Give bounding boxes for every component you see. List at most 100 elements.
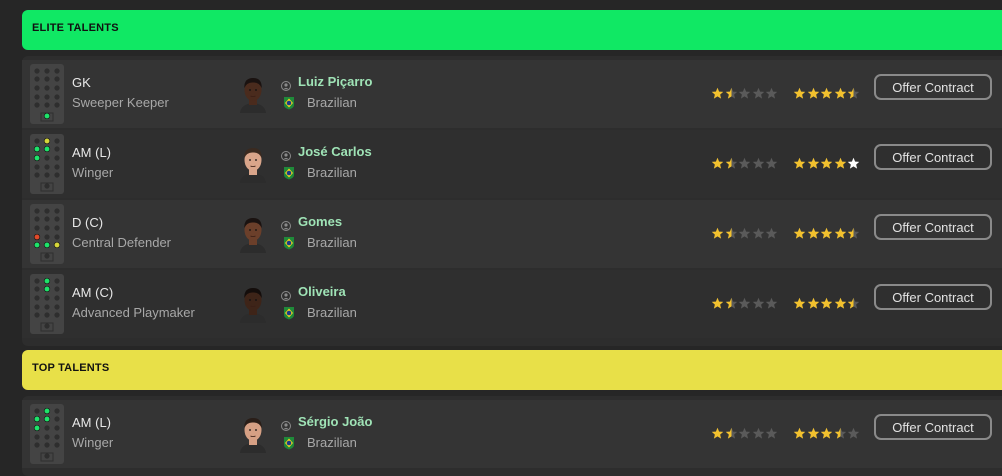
potential-ability-stars — [793, 427, 861, 441]
position-pitch-icon — [30, 134, 64, 194]
position-code: GK — [72, 75, 91, 90]
player-row[interactable]: D (C) Central Defender Gomes Brazilian Offer… — [22, 200, 1002, 268]
star-icon — [752, 87, 764, 99]
role-name: Winger — [72, 165, 114, 180]
position-code: AM (C) — [72, 285, 114, 300]
star-icon — [820, 87, 833, 99]
potential-ability-stars — [793, 227, 861, 241]
current-ability-stars — [711, 427, 779, 441]
star-icon — [752, 157, 764, 169]
player-name[interactable]: Gomes — [298, 214, 342, 229]
nationality: Brazilian — [307, 95, 357, 110]
current-ability-stars — [711, 87, 779, 101]
person-icon — [281, 418, 291, 431]
player-name[interactable]: Luiz Piçarro — [298, 74, 372, 89]
star-icon — [738, 427, 751, 439]
star-icon — [847, 87, 860, 99]
section-title: ELITE TALENTS — [32, 22, 119, 34]
star-icon — [765, 297, 778, 309]
star-icon — [725, 227, 737, 239]
player-row[interactable]: GK Sweeper Keeper Luiz Piçarro Brazilian Off… — [22, 60, 1002, 128]
star-icon — [793, 87, 806, 99]
role-name: Winger — [72, 435, 114, 450]
star-icon — [820, 297, 833, 309]
star-icon — [807, 157, 819, 169]
star-icon — [793, 297, 806, 309]
star-icon — [847, 227, 860, 239]
star-icon — [807, 427, 819, 439]
player-row[interactable]: AM (C) Advanced Playmaker Oliveira Brazilia… — [22, 270, 1002, 338]
star-icon — [738, 227, 751, 239]
section-title: TOP TALENTS — [32, 362, 110, 374]
current-ability-stars — [711, 227, 779, 241]
offer-contract-button[interactable]: Offer Contract — [874, 214, 992, 240]
star-icon — [711, 427, 724, 439]
person-icon — [281, 218, 291, 231]
position-code: AM (L) — [72, 415, 111, 430]
brazil-flag-icon — [282, 436, 296, 450]
potential-ability-stars — [793, 297, 861, 311]
star-icon — [834, 427, 846, 439]
star-icon — [752, 227, 764, 239]
player-name[interactable]: Oliveira — [298, 284, 346, 299]
position-pitch-icon — [30, 274, 64, 334]
star-icon — [725, 87, 737, 99]
player-face — [238, 143, 268, 183]
star-icon — [834, 157, 846, 169]
star-icon — [738, 157, 751, 169]
section-header-elite: ELITE TALENTS — [22, 10, 1002, 50]
brazil-flag-icon — [282, 166, 296, 180]
star-icon — [793, 157, 806, 169]
star-icon — [725, 297, 737, 309]
potential-ability-stars — [793, 157, 861, 171]
star-icon — [820, 157, 833, 169]
star-icon — [738, 297, 751, 309]
star-icon — [847, 157, 860, 169]
person-icon — [281, 148, 291, 161]
position-pitch-icon — [30, 64, 64, 124]
brazil-flag-icon — [282, 306, 296, 320]
offer-contract-button[interactable]: Offer Contract — [874, 284, 992, 310]
star-icon — [807, 227, 819, 239]
role-name: Sweeper Keeper — [72, 95, 169, 110]
star-icon — [765, 427, 778, 439]
star-icon — [793, 427, 806, 439]
nationality: Brazilian — [307, 435, 357, 450]
star-icon — [765, 157, 778, 169]
nationality: Brazilian — [307, 235, 357, 250]
player-face — [238, 283, 268, 323]
person-icon — [281, 288, 291, 301]
player-face — [238, 73, 268, 113]
star-icon — [752, 297, 764, 309]
player-name[interactable]: Sérgio João — [298, 414, 372, 429]
current-ability-stars — [711, 297, 779, 311]
player-row[interactable]: AM (L) Winger Sérgio João Brazilian Offer Co… — [22, 400, 1002, 468]
star-icon — [847, 297, 860, 309]
player-face — [238, 213, 268, 253]
player-panel: GK Sweeper Keeper Luiz Piçarro Brazilian Off… — [22, 56, 1002, 346]
player-panel: AM (L) Winger Sérgio João Brazilian Offer Co… — [22, 396, 1002, 476]
position-pitch-icon — [30, 204, 64, 264]
star-icon — [834, 227, 846, 239]
section-header-top: TOP TALENTS — [22, 350, 1002, 390]
offer-contract-button[interactable]: Offer Contract — [874, 74, 992, 100]
star-icon — [711, 297, 724, 309]
current-ability-stars — [711, 157, 779, 171]
player-face — [238, 413, 268, 453]
offer-contract-button[interactable]: Offer Contract — [874, 414, 992, 440]
brazil-flag-icon — [282, 236, 296, 250]
player-name[interactable]: José Carlos — [298, 144, 372, 159]
star-icon — [725, 427, 737, 439]
role-name: Advanced Playmaker — [72, 305, 195, 320]
star-icon — [793, 227, 806, 239]
offer-contract-button[interactable]: Offer Contract — [874, 144, 992, 170]
star-icon — [807, 297, 819, 309]
star-icon — [711, 227, 724, 239]
star-icon — [807, 87, 819, 99]
player-row[interactable]: AM (L) Winger José Carlos Brazilian Offer Co… — [22, 130, 1002, 198]
brazil-flag-icon — [282, 96, 296, 110]
star-icon — [820, 227, 833, 239]
star-icon — [738, 87, 751, 99]
star-icon — [834, 297, 846, 309]
star-icon — [711, 87, 724, 99]
